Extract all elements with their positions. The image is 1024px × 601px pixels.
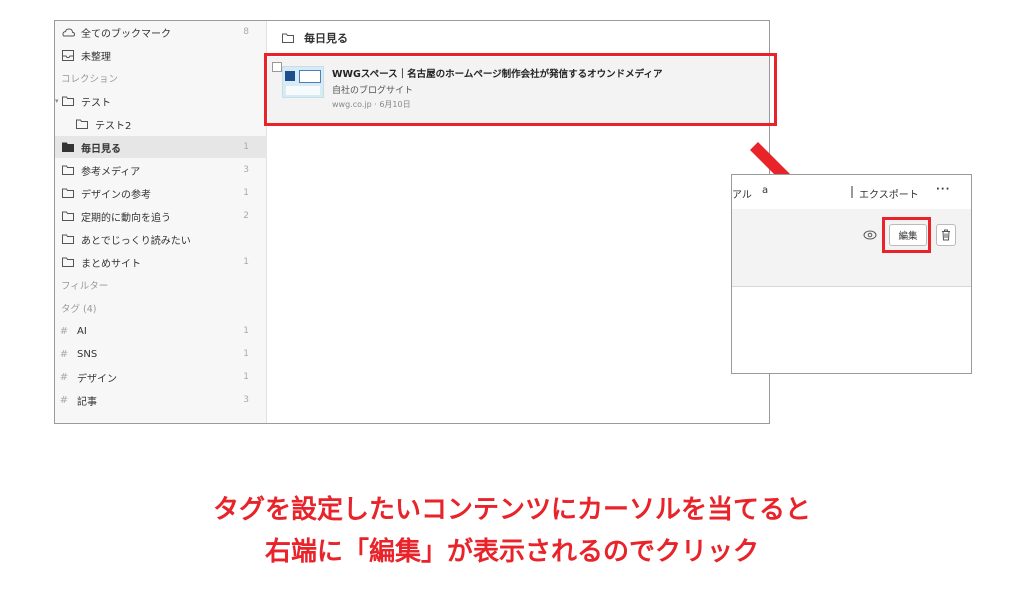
export-icon — [850, 186, 854, 201]
tag-label: AI — [77, 325, 87, 337]
folder-filled-icon — [61, 141, 75, 153]
sidebar-item-label: テスト — [81, 97, 111, 109]
sidebar-item-label: 未整理 — [81, 51, 111, 63]
delete-button[interactable] — [936, 224, 956, 246]
folder-icon — [61, 187, 75, 199]
hovered-bookmark-row[interactable] — [732, 209, 971, 287]
item-count: 8 — [243, 27, 249, 37]
more-icon[interactable]: ··· — [936, 184, 950, 195]
folder-icon — [61, 256, 75, 268]
tag-label: SNS — [77, 348, 98, 360]
folder-icon — [282, 33, 294, 43]
export-label: エクスポート — [859, 190, 919, 201]
sidebar-item-label: まとめサイト — [81, 258, 141, 270]
sidebar-item-label: テスト2 — [95, 120, 132, 132]
zoom-inset: アル a エクスポート ··· 編集 — [731, 174, 972, 374]
hash-icon: # — [59, 348, 69, 360]
sidebar-item-label: デザインの参考 — [81, 189, 151, 201]
inbox-icon — [61, 49, 75, 61]
preview-button[interactable] — [860, 225, 880, 245]
sidebar-tag-design[interactable]: # デザイン 1 — [55, 366, 267, 388]
sidebar-item-label: あとでじっくり読みたい — [81, 235, 191, 247]
trash-icon — [942, 229, 950, 241]
item-count: 1 — [243, 326, 249, 336]
item-count: 2 — [243, 211, 249, 221]
item-count: 1 — [243, 188, 249, 198]
tags-heading: タグ (4) — [61, 304, 97, 315]
sidebar-tag-article[interactable]: # 記事 3 — [55, 389, 267, 411]
sidebar-item-reference-media[interactable]: 参考メディア 3 — [55, 159, 267, 181]
sidebar-item-test2[interactable]: テスト2 — [55, 113, 267, 135]
toolbar-fragment: a — [762, 185, 769, 196]
sidebar-item-label: 毎日見る — [81, 143, 121, 155]
item-count: 1 — [243, 372, 249, 382]
collections-heading: コレクション — [61, 74, 119, 85]
item-count: 1 — [243, 142, 249, 152]
tag-label: デザイン — [77, 373, 117, 385]
sidebar-item-label: 参考メディア — [81, 166, 141, 178]
item-count: 3 — [243, 165, 249, 175]
toolbar-fragment: アル — [732, 190, 752, 201]
highlight-box-edit — [882, 217, 931, 253]
sidebar-item-daily[interactable]: 毎日見る 1 — [55, 136, 267, 158]
inset-toolbar: アル a エクスポート ··· — [732, 175, 971, 209]
page-title: 毎日見る — [304, 31, 348, 45]
sidebar-item-label: 定期的に動向を追う — [81, 212, 171, 224]
sidebar-item-summary-sites[interactable]: まとめサイト 1 — [55, 251, 267, 273]
folder-icon — [61, 95, 75, 107]
tag-label: 記事 — [77, 396, 97, 408]
hash-icon: # — [59, 325, 69, 337]
eye-icon — [863, 230, 877, 240]
item-count: 1 — [243, 349, 249, 359]
folder-icon — [61, 164, 75, 176]
sidebar-item-design-reference[interactable]: デザインの参考 1 — [55, 182, 267, 204]
hash-icon: # — [59, 371, 69, 383]
sidebar-item-test[interactable]: ▾ テスト — [55, 90, 267, 112]
item-count: 3 — [243, 395, 249, 405]
folder-icon — [61, 233, 75, 245]
cloud-icon — [61, 26, 75, 38]
collection-header: 毎日見る — [268, 21, 769, 55]
sidebar: 全てのブックマーク 8 未整理 コレクション ▾ テスト テスト2 毎日見る 1… — [55, 21, 267, 423]
caption-line-2: 右端に「編集」が表示されるのでクリック — [264, 537, 759, 567]
sidebar-item-track-trends[interactable]: 定期的に動向を追う 2 — [55, 205, 267, 227]
filters-heading: フィルター — [61, 281, 109, 292]
sidebar-item-unsorted[interactable]: 未整理 — [55, 44, 267, 66]
folder-icon — [75, 118, 89, 130]
expand-caret-icon[interactable]: ▾ — [55, 97, 59, 105]
caption-line-1: タグを設定したいコンテンツにカーソルを当てると — [212, 495, 811, 525]
hash-icon: # — [59, 394, 69, 406]
sidebar-item-label: 全てのブックマーク — [81, 28, 171, 40]
sidebar-tag-sns[interactable]: # SNS 1 — [55, 343, 267, 365]
export-button[interactable]: エクスポート — [850, 186, 919, 201]
sidebar-item-all-bookmarks[interactable]: 全てのブックマーク 8 — [55, 21, 267, 43]
highlight-box-card — [264, 53, 777, 126]
folder-icon — [61, 210, 75, 222]
sidebar-item-read-later[interactable]: あとでじっくり読みたい — [55, 228, 267, 250]
sidebar-tag-ai[interactable]: # AI 1 — [55, 320, 267, 342]
item-count: 1 — [243, 257, 249, 267]
